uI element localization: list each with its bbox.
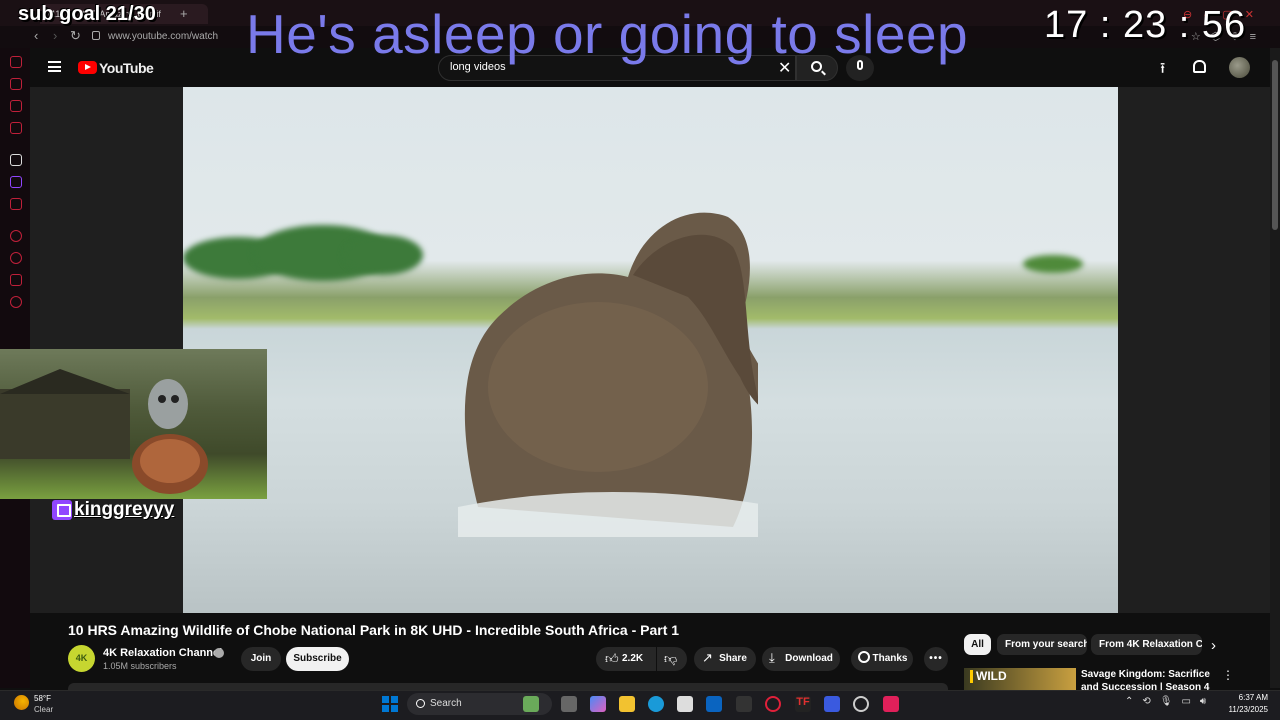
url-field[interactable]: www.youtube.com/watch — [108, 31, 218, 42]
twitch-username: kinggreyyy — [74, 499, 175, 520]
tiktok-icon[interactable] — [883, 696, 899, 712]
background-tree — [343, 235, 423, 275]
share-icon[interactable]: ↗ — [702, 650, 713, 666]
search-icon[interactable] — [416, 699, 425, 708]
sub-goal-overlay: sub goal 21/30 — [18, 3, 156, 25]
taskbar-app-icon[interactable] — [736, 696, 752, 712]
copilot-icon[interactable] — [590, 696, 606, 712]
sidebar-messenger-icon[interactable] — [10, 100, 22, 112]
webcam-scene — [0, 369, 208, 494]
clock-time[interactable]: 6:37 AM — [1226, 693, 1268, 702]
back-icon[interactable]: ‹ — [34, 28, 38, 43]
chip-from-channel[interactable]: From 4K Relaxation Channel — [1091, 634, 1202, 655]
sidebar-extension-icon[interactable] — [10, 78, 22, 90]
store-icon[interactable] — [677, 696, 693, 712]
video-title: 10 HRS Amazing Wildlife of Chobe Nationa… — [68, 622, 680, 638]
sidebar-app-icon[interactable] — [10, 154, 22, 166]
subscribe-button[interactable]: Subscribe — [286, 647, 349, 671]
forward-icon[interactable]: › — [53, 28, 57, 43]
super-thanks-icon[interactable] — [858, 651, 870, 663]
sidebar-twitch-icon[interactable] — [10, 176, 22, 188]
outlook-icon[interactable] — [706, 696, 722, 712]
youtube-logo-text[interactable]: YouTube — [99, 60, 154, 76]
chip-all[interactable]: All — [964, 634, 991, 655]
upload-icon[interactable]: ⭱ — [1160, 58, 1165, 83]
video-frame[interactable] — [183, 87, 1118, 613]
taskbar-search-label[interactable]: Search — [430, 698, 462, 709]
background-tree — [1023, 255, 1083, 273]
webcam-overlay — [0, 349, 267, 499]
more-actions-button[interactable]: ••• — [924, 647, 948, 671]
download-icon[interactable]: ⤓ — [769, 650, 775, 666]
sidebar-history-icon[interactable] — [10, 56, 22, 68]
sidebar-pin-icon[interactable] — [10, 274, 22, 286]
reload-icon[interactable]: ↻ — [70, 28, 81, 44]
more-vertical-icon[interactable]: ⋮ — [1222, 668, 1234, 682]
join-button[interactable]: Join — [241, 647, 281, 671]
recommendation-title[interactable]: Savage Kingdom: Sacrifice and Succession… — [1081, 668, 1216, 690]
stream-clock: 17 : 23 : 56 — [1044, 4, 1247, 46]
windows-taskbar — [0, 690, 1280, 720]
sidebar-clock-icon[interactable] — [10, 252, 22, 264]
account-avatar[interactable] — [1229, 57, 1250, 78]
task-view-icon[interactable] — [561, 696, 577, 712]
opera-gx-icon[interactable] — [765, 696, 781, 712]
channel-name[interactable]: 4K Relaxation Channel — [103, 647, 222, 659]
clock-date[interactable]: 11/23/2025 — [1216, 705, 1268, 714]
taskbar-app-tf-icon[interactable]: TF — [795, 696, 811, 712]
scrollbar-thumb[interactable] — [1272, 60, 1278, 230]
edge-browser-icon[interactable] — [648, 696, 664, 712]
channel-avatar[interactable]: 4K — [68, 645, 95, 672]
sidebar-player-icon[interactable] — [10, 230, 22, 242]
weather-icon[interactable] — [14, 695, 29, 710]
twitch-icon — [52, 500, 72, 520]
hamburger-menu-icon[interactable] — [48, 61, 61, 72]
weather-description[interactable]: Clear — [34, 705, 53, 714]
sidebar-media-icon[interactable] — [10, 122, 22, 134]
youtube-logo-icon[interactable] — [78, 61, 97, 74]
thumbs-down-icon[interactable]: 👎︎ — [664, 651, 677, 667]
thumbs-up-icon[interactable]: 👍︎ — [605, 651, 619, 667]
new-tab-button[interactable]: + — [180, 6, 188, 21]
subscriber-count: 1.05M subscribers — [103, 661, 177, 671]
taskbar-widget-icon[interactable] — [523, 696, 539, 712]
verified-badge-icon — [214, 648, 224, 658]
taskbar-app-icon[interactable] — [824, 696, 840, 712]
weather-temperature[interactable]: 58°F — [34, 694, 51, 703]
thumbnail-logo-text: WILD — [970, 670, 1007, 683]
chevron-right-icon[interactable]: › — [1211, 637, 1216, 654]
file-explorer-icon[interactable] — [619, 696, 635, 712]
chip-from-your-search[interactable]: From your search — [997, 634, 1087, 655]
sidebar-vk-icon[interactable] — [10, 198, 22, 210]
windows-start-icon[interactable] — [382, 696, 398, 712]
sidebar-settings-icon[interactable] — [10, 296, 22, 308]
lock-icon[interactable] — [92, 31, 100, 40]
notifications-bell-icon[interactable] — [1193, 60, 1206, 73]
obs-icon[interactable] — [853, 696, 869, 712]
stream-caption: He's asleep or going to sleep — [246, 3, 969, 65]
system-tray-icons[interactable]: ⌃⟲🎙︎▭🔊︎ — [1125, 696, 1215, 707]
elephant-image — [458, 212, 758, 537]
